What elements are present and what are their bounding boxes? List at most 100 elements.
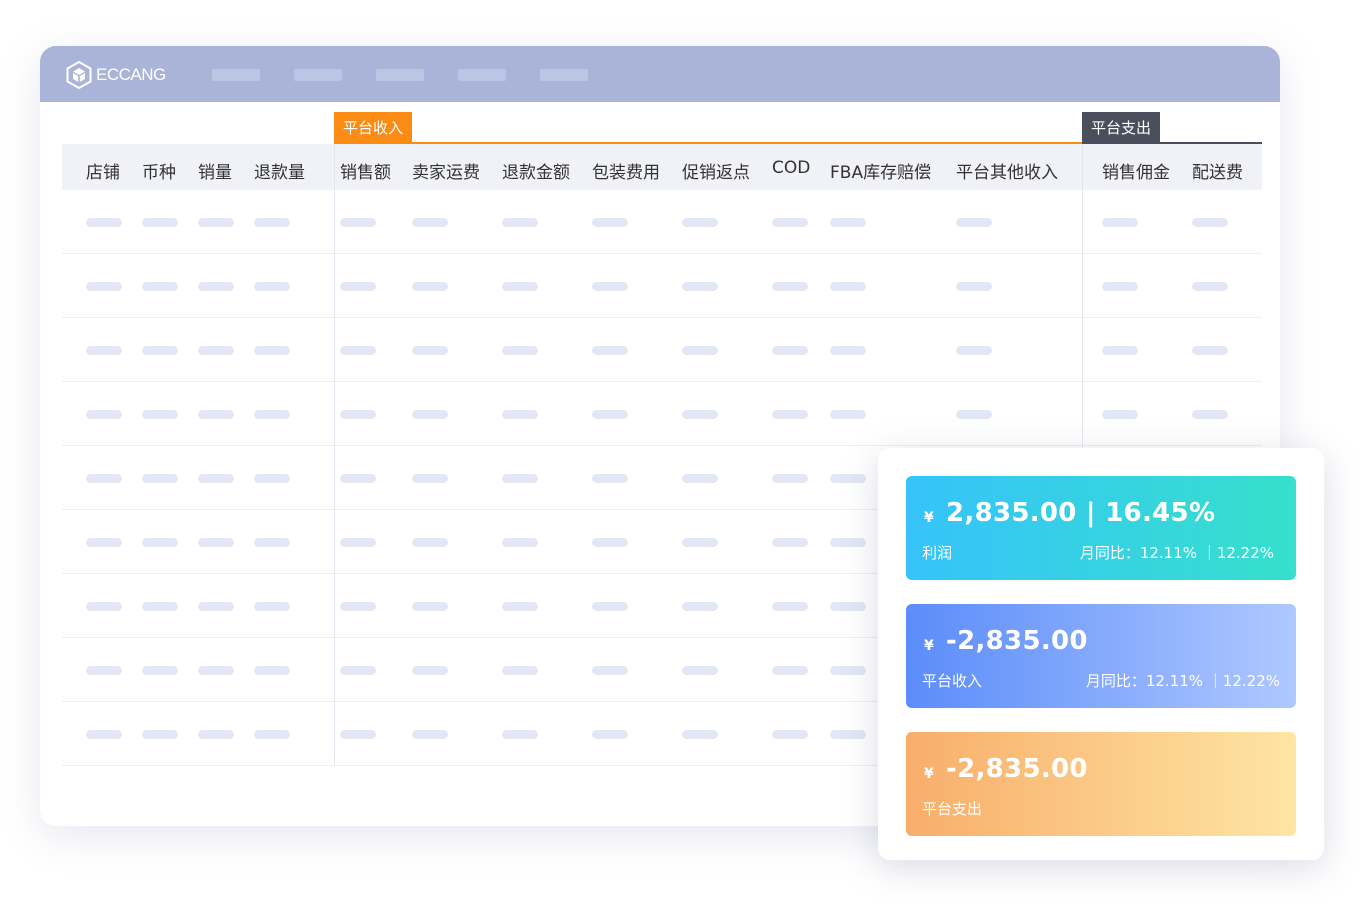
cell-placeholder: [254, 410, 290, 419]
column-divider: [334, 144, 335, 766]
cell-placeholder: [682, 730, 718, 739]
cell-placeholder: [198, 346, 234, 355]
cell-placeholder: [772, 410, 808, 419]
cell-placeholder: [592, 218, 628, 227]
col-header-promo-rebate[interactable]: 促销返点: [682, 158, 750, 183]
group-tag-platform-expense: 平台支出: [1082, 112, 1161, 142]
nav-item-placeholder[interactable]: [376, 69, 424, 81]
cell-placeholder: [682, 282, 718, 291]
cell-placeholder: [1192, 282, 1228, 291]
col-header-delivery-fee[interactable]: 配送费: [1192, 158, 1243, 183]
cell-placeholder: [772, 538, 808, 547]
cell-placeholder: [254, 346, 290, 355]
platform-income-card[interactable]: ¥ -2,835.00 平台收入 月同比：12.11% ｜12.22%: [906, 604, 1296, 708]
cell-placeholder: [830, 346, 866, 355]
cell-placeholder: [592, 730, 628, 739]
cell-placeholder: [772, 282, 808, 291]
col-header-sales-amount[interactable]: 销售额: [340, 158, 391, 183]
cell-placeholder: [412, 346, 448, 355]
platform-income-mom-comparison: 月同比：12.11% ｜12.22%: [1085, 672, 1280, 690]
platform-expense-card[interactable]: ¥ -2,835.00 平台支出: [906, 732, 1296, 836]
cell-placeholder: [682, 410, 718, 419]
stats-panel: ¥ 2,835.00 | 16.45% 利润 月同比：12.11% ｜12.22…: [878, 448, 1324, 860]
cell-placeholder: [254, 602, 290, 611]
col-header-cod[interactable]: COD: [772, 158, 810, 178]
cell-placeholder: [830, 282, 866, 291]
cell-placeholder: [142, 410, 178, 419]
cell-placeholder: [86, 474, 122, 483]
cell-placeholder: [340, 730, 376, 739]
cell-placeholder: [340, 346, 376, 355]
cell-placeholder: [592, 666, 628, 675]
group-tag-platform-income: 平台收入: [334, 112, 413, 142]
cell-placeholder: [592, 602, 628, 611]
col-header-seller-shipping[interactable]: 卖家运费: [412, 158, 480, 183]
nav-item-placeholder[interactable]: [540, 69, 588, 81]
cell-placeholder: [772, 474, 808, 483]
cell-placeholder: [772, 730, 808, 739]
cell-placeholder: [254, 282, 290, 291]
nav-item-placeholder[interactable]: [458, 69, 506, 81]
cell-placeholder: [340, 666, 376, 675]
col-header-platform-other-income[interactable]: 平台其他收入: [956, 158, 1058, 183]
cell-placeholder: [412, 602, 448, 611]
cell-placeholder: [682, 474, 718, 483]
cell-placeholder: [198, 538, 234, 547]
cell-placeholder: [412, 218, 448, 227]
cell-placeholder: [772, 218, 808, 227]
cell-placeholder: [830, 218, 866, 227]
platform-expense-amount: -2,835.00: [946, 754, 1088, 784]
cell-placeholder: [340, 410, 376, 419]
cell-placeholder: [502, 474, 538, 483]
cell-placeholder: [254, 730, 290, 739]
cell-placeholder: [86, 602, 122, 611]
profit-amount: 2,835.00 | 16.45%: [946, 498, 1216, 528]
col-header-packaging-fee[interactable]: 包装费用: [592, 158, 660, 183]
cell-placeholder: [772, 346, 808, 355]
cell-placeholder: [254, 538, 290, 547]
cell-placeholder: [502, 666, 538, 675]
cell-placeholder: [682, 602, 718, 611]
cell-placeholder: [682, 666, 718, 675]
nav-item-placeholder[interactable]: [212, 69, 260, 81]
cell-placeholder: [340, 538, 376, 547]
cell-placeholder: [1192, 346, 1228, 355]
cell-placeholder: [86, 346, 122, 355]
cell-placeholder: [198, 666, 234, 675]
cell-placeholder: [592, 474, 628, 483]
cell-placeholder: [198, 218, 234, 227]
col-header-sales-commission[interactable]: 销售佣金: [1102, 158, 1170, 183]
cell-placeholder: [412, 666, 448, 675]
cell-placeholder: [340, 218, 376, 227]
currency-symbol: ¥: [924, 766, 934, 782]
cell-placeholder: [956, 282, 992, 291]
cell-placeholder: [682, 346, 718, 355]
cell-placeholder: [340, 602, 376, 611]
col-header-fba-compensation[interactable]: FBA库存赔偿: [830, 158, 931, 183]
currency-symbol: ¥: [924, 510, 934, 526]
cell-placeholder: [198, 474, 234, 483]
col-header-refund-amount[interactable]: 退款金额: [502, 158, 570, 183]
col-header-sales-qty[interactable]: 销量: [198, 158, 232, 183]
cell-placeholder: [1192, 410, 1228, 419]
cell-placeholder: [340, 474, 376, 483]
col-header-currency[interactable]: 币种: [142, 158, 176, 183]
cell-placeholder: [502, 218, 538, 227]
cell-placeholder: [86, 282, 122, 291]
cell-placeholder: [1102, 282, 1138, 291]
cell-placeholder: [198, 602, 234, 611]
nav-item-placeholder[interactable]: [294, 69, 342, 81]
profit-card[interactable]: ¥ 2,835.00 | 16.45% 利润 月同比：12.11% ｜12.22…: [906, 476, 1296, 580]
cell-placeholder: [412, 282, 448, 291]
cell-placeholder: [142, 666, 178, 675]
col-header-store[interactable]: 店铺: [86, 158, 120, 183]
app-logo[interactable]: ECCANG: [66, 61, 166, 89]
col-header-refund-qty[interactable]: 退款量: [254, 158, 305, 183]
cell-placeholder: [412, 410, 448, 419]
cell-placeholder: [830, 538, 866, 547]
cell-placeholder: [1102, 218, 1138, 227]
currency-symbol: ¥: [924, 638, 934, 654]
cell-placeholder: [86, 666, 122, 675]
eccang-logo-icon: [66, 61, 92, 89]
cell-placeholder: [956, 346, 992, 355]
